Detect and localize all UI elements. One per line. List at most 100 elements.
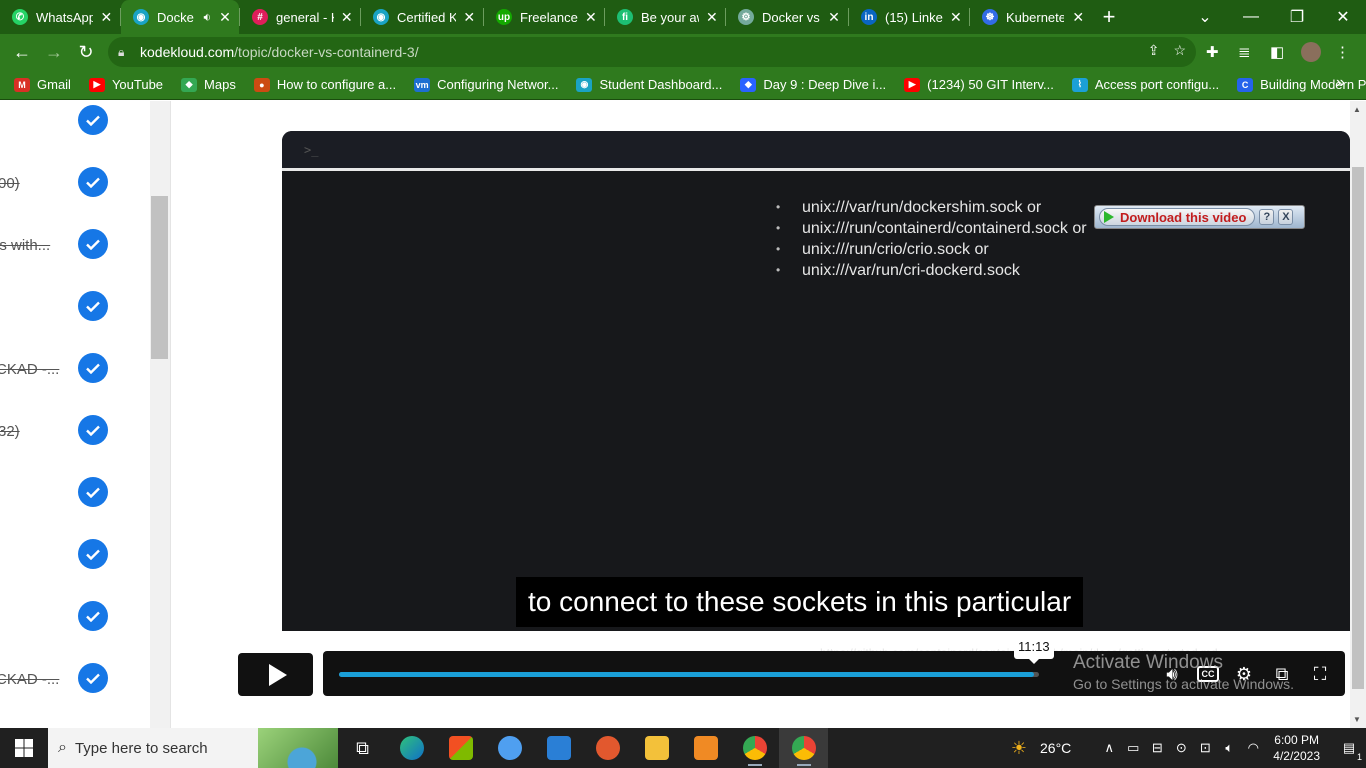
tab-close-icon[interactable]: ✕ (949, 9, 963, 26)
tab-7[interactable]: ⚙ Docker vs ✕ (726, 0, 848, 34)
tab-9[interactable]: ☸ Kubernete ✕ (970, 0, 1092, 34)
lesson-item[interactable] (0, 473, 150, 513)
tab-close-icon[interactable]: ✕ (705, 9, 719, 26)
lesson-item[interactable] (0, 597, 150, 637)
chrome-icon[interactable] (730, 728, 779, 768)
tab-search-icon[interactable]: ⌄ (1182, 0, 1228, 34)
video-frame[interactable]: >_ unix:///var/run/dockershim.sock oruni… (282, 131, 1350, 631)
file-explorer-icon[interactable] (632, 728, 681, 768)
fullscreen-icon[interactable]: ⛶ (1307, 661, 1333, 687)
download-video-button[interactable]: Download this video (1099, 208, 1256, 226)
share-icon[interactable]: ⇪ (1148, 42, 1160, 59)
close-window-button[interactable]: ✕ (1320, 0, 1366, 34)
cortana-icon[interactable] (485, 728, 534, 768)
tab-5[interactable]: up Freelance I ✕ (484, 0, 604, 34)
minimize-button[interactable]: — (1228, 0, 1274, 34)
lesson-item[interactable] (0, 101, 150, 141)
lesson-item[interactable]: 00) (0, 163, 150, 203)
network-device-icon[interactable]: ⊟ (1145, 740, 1169, 756)
bookmark-item[interactable]: ⌇ Access port configu... (1071, 77, 1219, 92)
tab-3[interactable]: # general - K ✕ (240, 0, 360, 34)
speaker-icon[interactable]: 🔈︎ (1217, 740, 1241, 756)
progress-bar[interactable] (339, 672, 1039, 677)
lesson-title: CKAD -... (0, 671, 60, 688)
tab-favicon-icon: in (861, 9, 877, 25)
lock-icon: 🔒︎ (118, 45, 125, 59)
bookmark-item[interactable]: ● How to configure a... (253, 77, 396, 92)
tab-1[interactable]: ✆ WhatsApp ✕ (0, 0, 120, 34)
tab-close-icon[interactable]: ✕ (217, 9, 233, 26)
edge-icon[interactable] (387, 728, 436, 768)
lesson-item[interactable]: 32) (0, 411, 150, 451)
wifi-icon[interactable]: ◠ (1241, 740, 1265, 756)
reload-button[interactable]: ↻ (70, 36, 102, 68)
bookmark-item[interactable]: ◆ Day 9 : Deep Dive i... (740, 77, 886, 92)
tab-2[interactable]: ◉ Docke 🔉︎ ✕ (121, 0, 239, 34)
tab-close-icon[interactable]: ✕ (1070, 9, 1086, 26)
tab-close-icon[interactable]: ✕ (462, 9, 477, 26)
clock[interactable]: 6:00 PM 4/2/2023 (1273, 732, 1320, 764)
new-tab-button[interactable]: + (1092, 0, 1126, 34)
camera-icon[interactable]: ⊡ (1193, 740, 1217, 756)
bookmark-star-icon[interactable]: ☆ (1173, 42, 1186, 59)
settings-app-icon[interactable] (681, 728, 730, 768)
tab-close-icon[interactable]: ✕ (826, 9, 842, 26)
restore-button[interactable]: ❐ (1274, 0, 1320, 34)
battery-icon[interactable]: ▭ (1121, 740, 1145, 756)
tray-chevron-icon[interactable]: ∧ (1097, 740, 1121, 756)
download-help-button[interactable]: ? (1259, 209, 1275, 225)
side-panel-icon[interactable]: ◧ (1270, 34, 1290, 70)
lesson-item[interactable]: ls with... (0, 225, 150, 265)
menu-kebab-icon[interactable]: ⋮ (1335, 34, 1351, 70)
scroll-down-arrow-icon[interactable]: ▼ (1353, 715, 1361, 724)
lesson-item[interactable]: CKAD -... (0, 349, 150, 389)
back-button[interactable]: ← (6, 36, 38, 68)
mail-icon[interactable] (534, 728, 583, 768)
completed-check-icon (78, 663, 108, 693)
scroll-up-arrow-icon[interactable]: ▲ (1353, 105, 1361, 114)
tab-4[interactable]: ◉ Certified K ✕ (361, 0, 483, 34)
extensions-icon[interactable]: ✚ (1206, 34, 1226, 70)
start-button[interactable] (0, 728, 48, 768)
socket-list: unix:///var/run/dockershim.sock orunix:/… (776, 197, 1087, 281)
lesson-item[interactable]: CKAD -... (0, 659, 150, 699)
bookmark-item[interactable]: C Building Modern Py... (1237, 77, 1366, 92)
tab-close-icon[interactable]: ✕ (340, 9, 354, 26)
download-close-button[interactable]: X (1278, 209, 1294, 225)
tab-close-icon[interactable]: ✕ (99, 9, 114, 26)
notifications-icon[interactable]: ▤ 1 (1332, 740, 1366, 762)
taskbar-search-box[interactable]: ⌕ Type here to search (48, 728, 338, 768)
bookmark-item[interactable]: M Gmail (14, 77, 71, 92)
sidebar-scrollbar[interactable] (150, 101, 170, 728)
forward-button[interactable]: → (38, 36, 70, 68)
play-button[interactable] (238, 653, 313, 696)
bookmark-item[interactable]: vm Configuring Networ... (414, 77, 558, 92)
page-scroll-thumb[interactable] (1352, 167, 1364, 689)
media-control-icon[interactable]: ≣ (1238, 34, 1258, 70)
snail-app-icon[interactable] (583, 728, 632, 768)
speaker-icon[interactable]: 🔉︎ (203, 10, 211, 25)
task-view-icon[interactable]: ⧉ (338, 728, 387, 768)
bookmark-label: Gmail (37, 77, 71, 92)
store-icon[interactable] (436, 728, 485, 768)
bookmark-item[interactable]: ◉ Student Dashboard... (576, 77, 722, 92)
chrome-profile-icon[interactable] (779, 728, 828, 768)
page-scrollbar[interactable]: ▲ ▼ (1350, 101, 1366, 728)
weather-temp[interactable]: 26°C (1040, 740, 1071, 756)
bookmark-item[interactable]: ◆ Maps (181, 77, 236, 92)
sidebar-scroll-thumb[interactable] (151, 196, 168, 359)
bookmark-item[interactable]: ▶ (1234) 50 GIT Interv... (904, 77, 1054, 92)
weather-icon[interactable]: ☀ (1004, 738, 1034, 759)
completed-check-icon (78, 477, 108, 507)
lesson-item[interactable] (0, 535, 150, 575)
profile-avatar[interactable] (1301, 34, 1323, 70)
bookmark-item[interactable]: ▶ YouTube (88, 77, 163, 92)
tab-8[interactable]: in (15) Linked ✕ (849, 0, 969, 34)
lesson-item[interactable] (0, 287, 150, 327)
webcam-icon[interactable]: ⊙ (1169, 740, 1193, 756)
address-bar[interactable]: 🔒︎ kodekloud.com/topic/docker-vs-contain… (108, 37, 1196, 67)
tab-close-icon[interactable]: ✕ (584, 9, 598, 26)
tab-6[interactable]: fi Be your aw ✕ (605, 0, 725, 34)
bookmarks-overflow-icon[interactable]: » (1336, 74, 1345, 92)
search-highlight-art (258, 728, 338, 768)
